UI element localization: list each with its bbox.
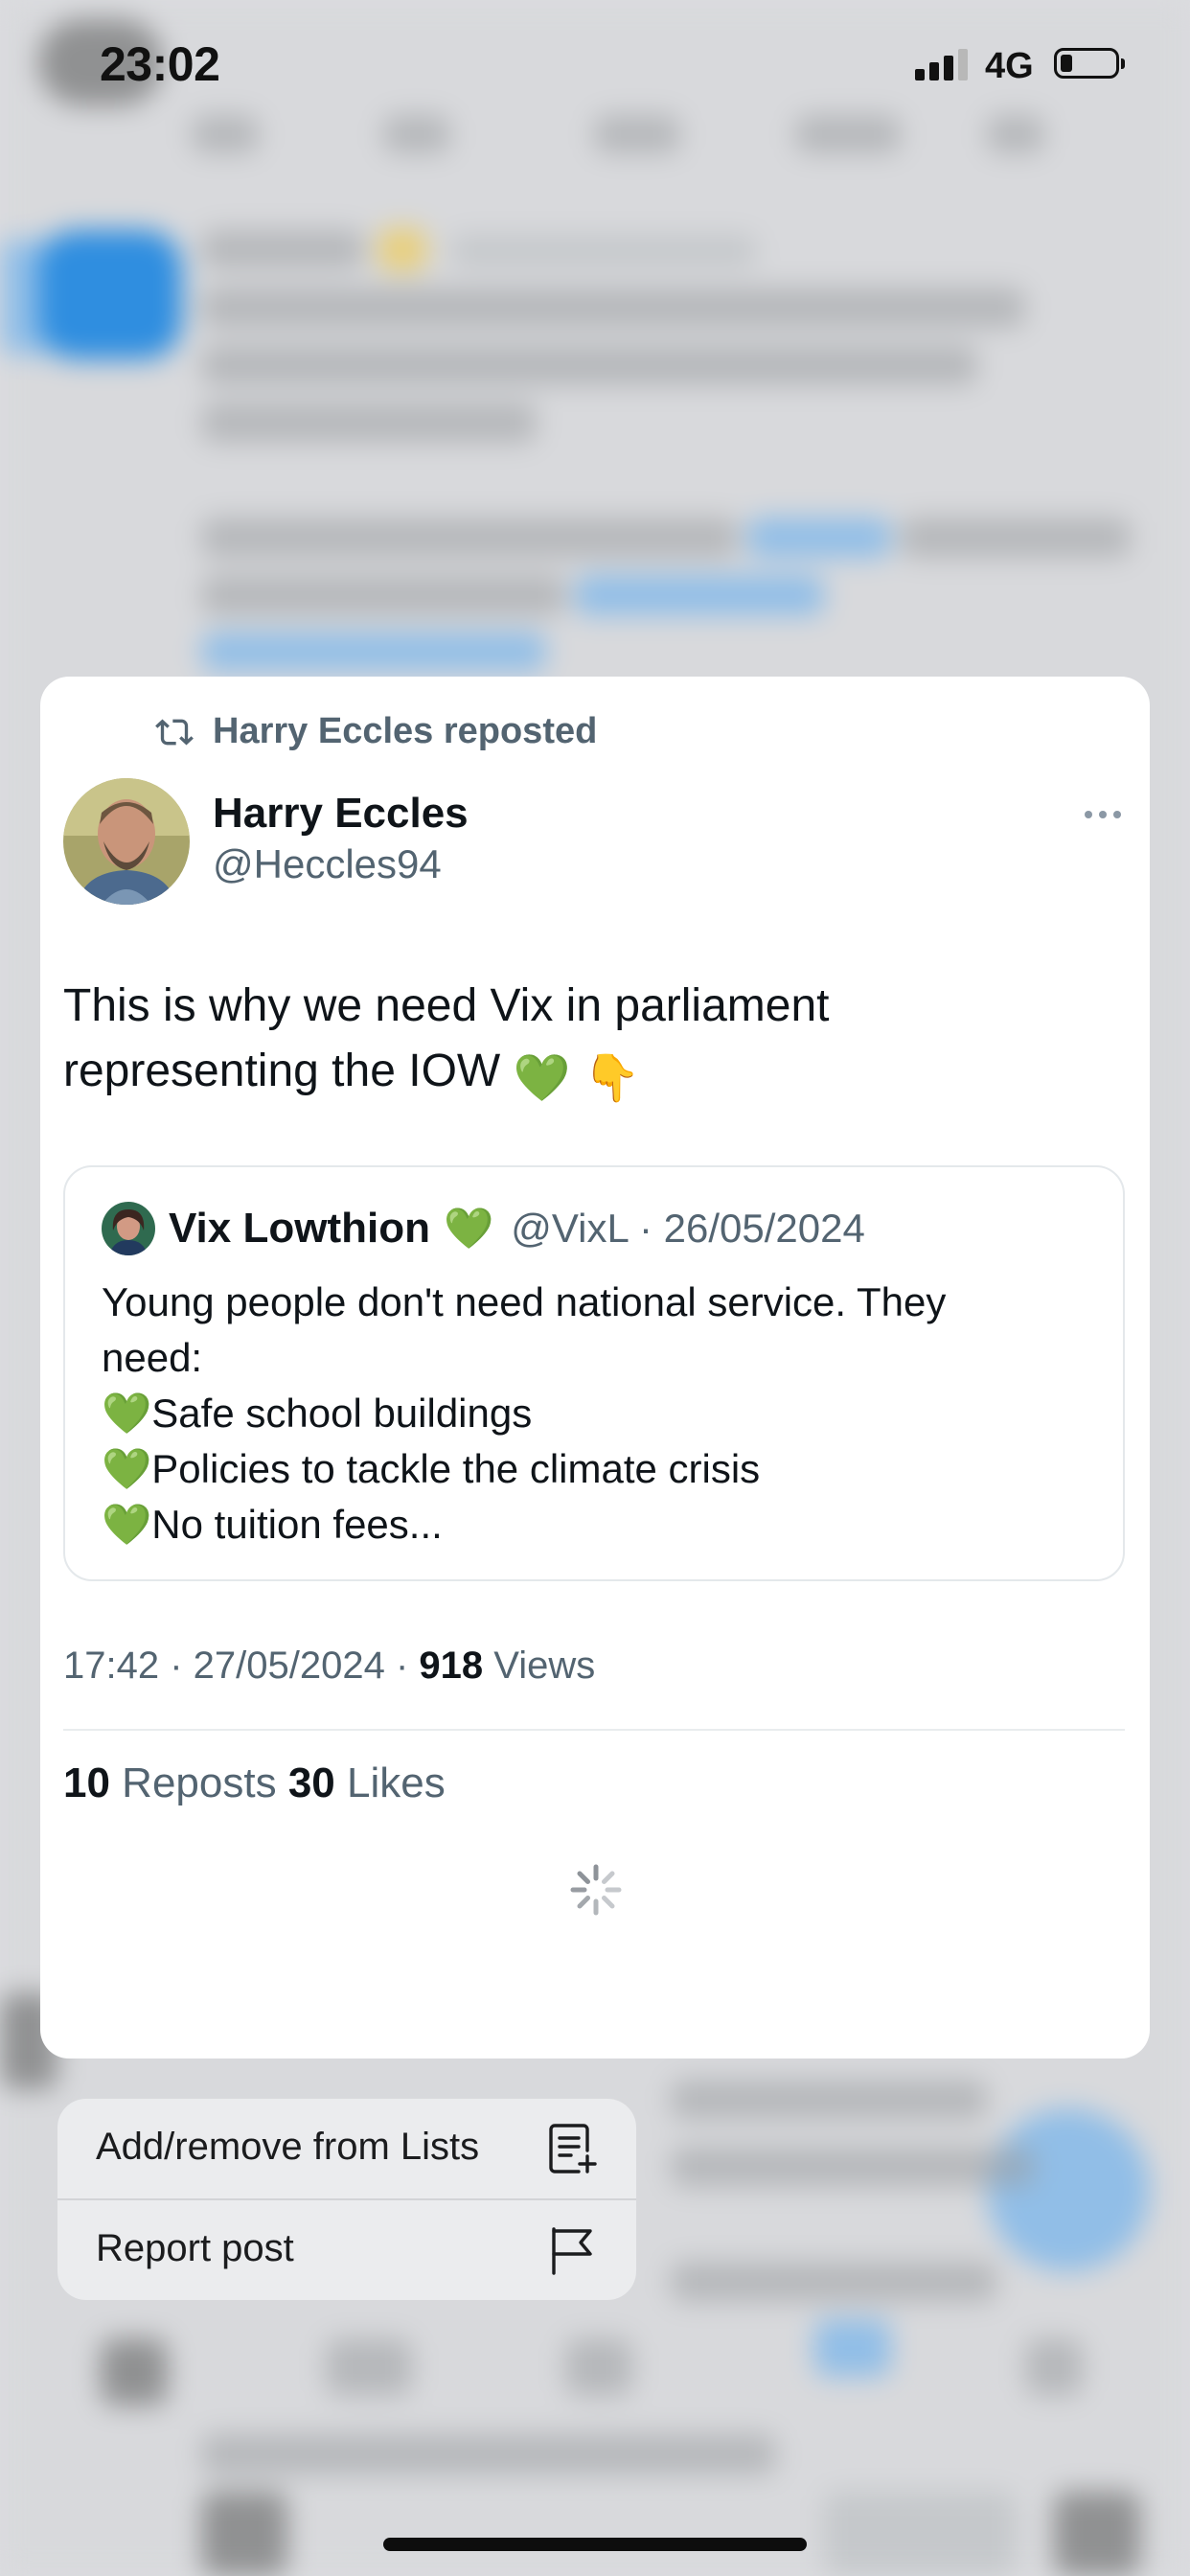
tweet-text-fragment: representing the IOW [63,1046,501,1096]
tweet-text: This is why we need Vix in parliament re… [63,974,1117,1112]
green-heart-emoji: 💚 [102,1446,152,1491]
author-handle[interactable]: @Heccles94 [213,841,442,887]
tweet-preview-card[interactable]: Harry Eccles reposted Harry Eccles @Hecc… [40,677,1150,2058]
status-time: 23:02 [100,37,220,91]
menu-item-label: Report post [96,2227,294,2269]
tweet-timestamp: 17:42 · 27/05/2024 · [63,1644,420,1687]
quoted-list-item: 💚 No tuition fees... [102,1497,1098,1552]
quoted-author-avatar [102,1202,155,1255]
quoted-list-item-text: Safe school buildings [151,1391,533,1436]
tweet-text-line: This is why we need Vix in parliament [63,980,830,1031]
green-heart-emoji: 💚 [102,1391,152,1436]
quoted-handle-date: @VixL · 26/05/2024 [511,1206,865,1251]
reposts-label[interactable]: Reposts [110,1760,276,1806]
list-add-icon [549,2124,597,2174]
quoted-tweet[interactable]: Vix Lowthion 💚 @VixL · 26/05/2024 Young … [63,1165,1125,1581]
quoted-tweet-text: Young people don't need national service… [102,1275,1098,1552]
menu-item-report-post[interactable]: Report post [57,2200,636,2300]
author-avatar[interactable] [63,778,190,905]
more-options-icon[interactable] [1085,811,1121,818]
likes-label[interactable]: Likes [335,1760,446,1806]
engagement-stats: 10 Reposts 30 Likes [63,1760,446,1807]
green-heart-emoji: 💚 [513,1053,571,1104]
reposts-count[interactable]: 10 [63,1760,110,1806]
context-menu: Add/remove from Lists Report post [57,2099,636,2300]
menu-item-add-remove-lists[interactable]: Add/remove from Lists [57,2099,636,2198]
quoted-list-item-text: No tuition fees... [151,1502,443,1547]
repost-indicator: Harry Eccles reposted [153,711,597,752]
pointing-down-emoji: 👇 [583,1053,641,1104]
home-indicator[interactable] [383,2538,807,2551]
repost-label: Harry Eccles reposted [213,711,598,751]
quoted-list-item: 💚 Safe school buildings [102,1386,1098,1441]
quoted-author-name: Vix Lowthion [169,1205,430,1252]
quoted-text-line: Young people don't need national service… [102,1279,947,1324]
views-label: Views [483,1644,596,1687]
green-heart-emoji: 💚 [443,1205,494,1251]
status-bar: 23:02 4G [0,0,1190,134]
divider [63,1729,1125,1731]
author-name[interactable]: Harry Eccles [213,790,469,838]
cellular-signal-icon [915,48,969,80]
tweet-text-line: representing the IOW 💚 👇 [63,1039,1117,1112]
network-type-label: 4G [985,46,1034,86]
battery-icon [1054,48,1125,79]
loading-spinner-icon [570,1864,622,1916]
quoted-list-item: 💚 Policies to tackle the climate crisis [102,1441,1098,1497]
green-heart-emoji: 💚 [102,1502,152,1547]
flag-icon [552,2227,592,2275]
menu-item-label: Add/remove from Lists [96,2126,480,2168]
tweet-timestamp-views: 17:42 · 27/05/2024 · 918 Views [63,1644,595,1688]
repost-icon [155,718,194,746]
quoted-tweet-header: Vix Lowthion 💚 @VixL · 26/05/2024 [102,1202,865,1255]
views-count: 918 [419,1644,484,1687]
quoted-list-item-text: Policies to tackle the climate crisis [151,1446,761,1491]
quoted-text-line: need: [102,1335,203,1380]
likes-count[interactable]: 30 [288,1760,335,1806]
